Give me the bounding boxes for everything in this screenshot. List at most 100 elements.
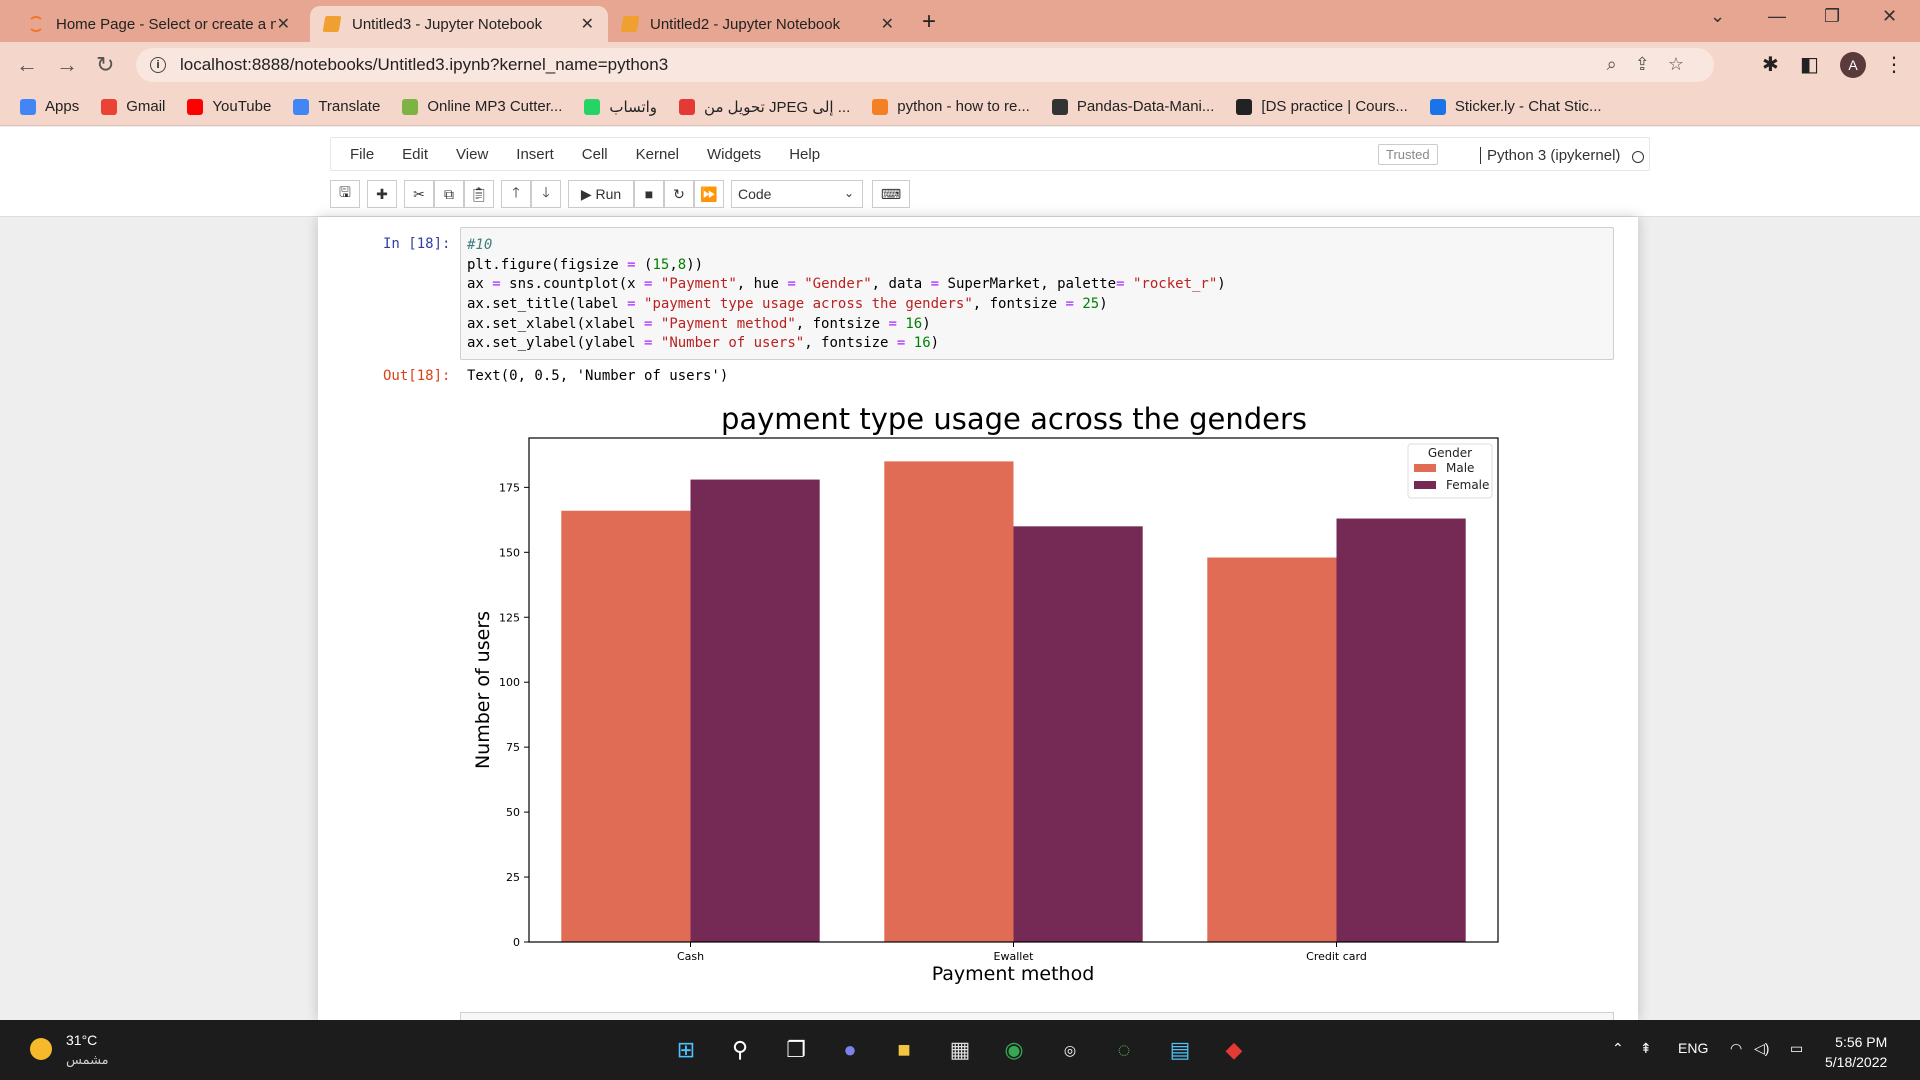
- menu-cell[interactable]: Cell: [582, 146, 608, 163]
- clock-time: 5:56 PM: [1835, 1034, 1888, 1050]
- notepad-icon[interactable]: ▤: [1164, 1034, 1196, 1066]
- task-view-icon[interactable]: ❐: [780, 1034, 812, 1066]
- cell-type-select[interactable]: Code ⌄: [731, 180, 863, 208]
- move-down-icon[interactable]: 🡓: [531, 180, 561, 208]
- volume-icon[interactable]: ◁): [1754, 1040, 1769, 1057]
- bars-group: [561, 461, 1466, 942]
- close-tab-icon[interactable]: ✕: [581, 14, 594, 34]
- temperature[interactable]: 31°C: [66, 1032, 97, 1048]
- bookmark-item[interactable]: Apps: [20, 98, 79, 115]
- extensions-icon[interactable]: ✱: [1762, 52, 1779, 77]
- teams-chat-icon[interactable]: ●: [834, 1034, 866, 1066]
- usb-icon[interactable]: ⇞: [1640, 1040, 1652, 1057]
- bookmark-item[interactable]: Gmail: [101, 98, 165, 115]
- x-tick-label: Ewallet: [994, 950, 1035, 963]
- menu-kernel[interactable]: Kernel: [636, 146, 679, 163]
- restart-run-all-icon[interactable]: ⏩: [694, 180, 724, 208]
- restore-icon[interactable]: ❐: [1824, 6, 1840, 27]
- bookmark-label: python - how to re...: [897, 98, 1030, 115]
- output-text: Text(0, 0.5, 'Number of users'): [467, 368, 729, 384]
- side-panel-icon[interactable]: ◧: [1800, 52, 1819, 77]
- bookmark-label: [DS practice | Cours...: [1261, 98, 1408, 115]
- weather-description[interactable]: مشمس: [66, 1052, 109, 1068]
- menu-help[interactable]: Help: [789, 146, 820, 163]
- tab-untitled2[interactable]: Untitled2 - Jupyter Notebook ✕: [608, 6, 908, 42]
- next-code-cell[interactable]: [460, 1012, 1614, 1020]
- tab-search-chevron-icon[interactable]: ⌄: [1710, 6, 1725, 27]
- bookmark-star-icon[interactable]: ☆: [1668, 54, 1702, 74]
- menu-view[interactable]: View: [456, 146, 488, 163]
- paste-icon[interactable]: 📋︎: [464, 180, 494, 208]
- reload-icon[interactable]: ↻: [96, 52, 114, 78]
- wifi-icon[interactable]: ◠: [1730, 1040, 1742, 1057]
- more-menu-icon[interactable]: ⋮: [1884, 52, 1904, 77]
- url-bar[interactable]: i localhost:8888/notebooks/Untitled3.ipy…: [136, 48, 1714, 82]
- y-axis-label: Number of users: [472, 611, 494, 769]
- system-clock[interactable]: 5:56 PM 5/18/2022: [1825, 1032, 1887, 1072]
- cell-type-value: Code: [738, 186, 772, 202]
- code-cell-input[interactable]: #10 plt.figure(figsize = (15,8)) ax = sn…: [460, 227, 1614, 360]
- profile-avatar[interactable]: A: [1840, 52, 1866, 78]
- forward-icon[interactable]: →: [56, 52, 78, 78]
- bookmark-item[interactable]: Online MP3 Cutter...: [402, 98, 562, 115]
- bookmark-item[interactable]: واتساب: [584, 98, 657, 116]
- tray-chevron-up-icon[interactable]: ⌃: [1612, 1040, 1624, 1057]
- chevron-down-icon: ⌄: [843, 186, 854, 200]
- browser-tab-bar: Home Page - Select or create a n ✕ Untit…: [0, 0, 1920, 42]
- share-icon[interactable]: ⇪: [1635, 54, 1668, 74]
- minimize-icon[interactable]: —: [1768, 6, 1786, 27]
- microsoft-store-icon[interactable]: ▦: [944, 1034, 976, 1066]
- menu-edit[interactable]: Edit: [402, 146, 428, 163]
- bookmark-item[interactable]: Pandas-Data-Mani...: [1051, 98, 1214, 115]
- insert-cell-icon[interactable]: ✚: [367, 180, 397, 208]
- file-explorer-icon[interactable]: ■: [888, 1034, 920, 1066]
- bookmark-item[interactable]: YouTube: [187, 98, 271, 115]
- new-tab-icon[interactable]: +: [922, 8, 936, 36]
- kernel-name[interactable]: Python 3 (ipykernel): [1480, 147, 1620, 164]
- bar-female-cash: [690, 479, 820, 942]
- bookmark-item[interactable]: تحويل من JPEG إلى ...: [679, 98, 850, 116]
- sun-icon[interactable]: [30, 1038, 52, 1060]
- restart-icon[interactable]: ↻: [664, 180, 694, 208]
- globe-icon: [1236, 98, 1253, 115]
- cut-icon[interactable]: ✂: [404, 180, 434, 208]
- keyboard-icon[interactable]: ⌨: [872, 180, 910, 208]
- language-indicator[interactable]: ENG: [1678, 1040, 1708, 1056]
- mp3-cutter-icon: [402, 98, 419, 115]
- windows-start-icon[interactable]: ⊞: [670, 1034, 702, 1066]
- y-tick-label: 150: [499, 546, 520, 559]
- copy-icon[interactable]: ⧉: [434, 180, 464, 208]
- site-info-icon[interactable]: i: [150, 57, 166, 73]
- dell-icon[interactable]: ◎: [1054, 1034, 1086, 1066]
- menu-widgets[interactable]: Widgets: [707, 146, 761, 163]
- zoom-icon[interactable]: ⌕: [1607, 54, 1635, 74]
- close-tab-icon[interactable]: ✕: [881, 14, 894, 34]
- tab-home-page[interactable]: Home Page - Select or create a n ✕: [14, 6, 304, 42]
- jupyter-logo-icon: [28, 16, 44, 32]
- chrome-icon[interactable]: ◉: [998, 1034, 1030, 1066]
- run-button[interactable]: ▶ Run: [568, 180, 634, 208]
- search-icon[interactable]: ⚲: [724, 1034, 756, 1066]
- move-up-icon[interactable]: 🡑: [501, 180, 531, 208]
- interrupt-icon[interactable]: ■: [634, 180, 664, 208]
- close-window-icon[interactable]: ✕: [1882, 6, 1897, 27]
- bookmark-label: Apps: [45, 98, 80, 115]
- bookmark-item[interactable]: python - how to re...: [872, 98, 1030, 115]
- back-icon[interactable]: ←: [16, 52, 38, 78]
- tab-untitled3[interactable]: Untitled3 - Jupyter Notebook ✕: [310, 6, 608, 42]
- bookmark-label: واتساب: [609, 98, 658, 116]
- bookmark-item[interactable]: Sticker.ly - Chat Stic...: [1429, 98, 1602, 115]
- battery-icon[interactable]: ▭: [1790, 1040, 1803, 1057]
- acrobat-icon[interactable]: ◆: [1218, 1034, 1250, 1066]
- menu-insert[interactable]: Insert: [516, 146, 554, 163]
- bookmark-item[interactable]: Translate: [293, 98, 380, 115]
- bookmark-item[interactable]: [DS practice | Cours...: [1236, 98, 1408, 115]
- close-tab-icon[interactable]: ✕: [277, 14, 290, 34]
- sync-icon[interactable]: ◌: [1108, 1034, 1140, 1066]
- x-axis: Cash Ewallet Credit card: [677, 942, 1367, 963]
- trusted-indicator[interactable]: Trusted: [1378, 144, 1438, 165]
- save-icon[interactable]: 🖫: [330, 180, 360, 208]
- notebook-icon: [322, 16, 342, 32]
- menu-file[interactable]: File: [350, 146, 374, 163]
- bar-male-cash: [561, 510, 691, 942]
